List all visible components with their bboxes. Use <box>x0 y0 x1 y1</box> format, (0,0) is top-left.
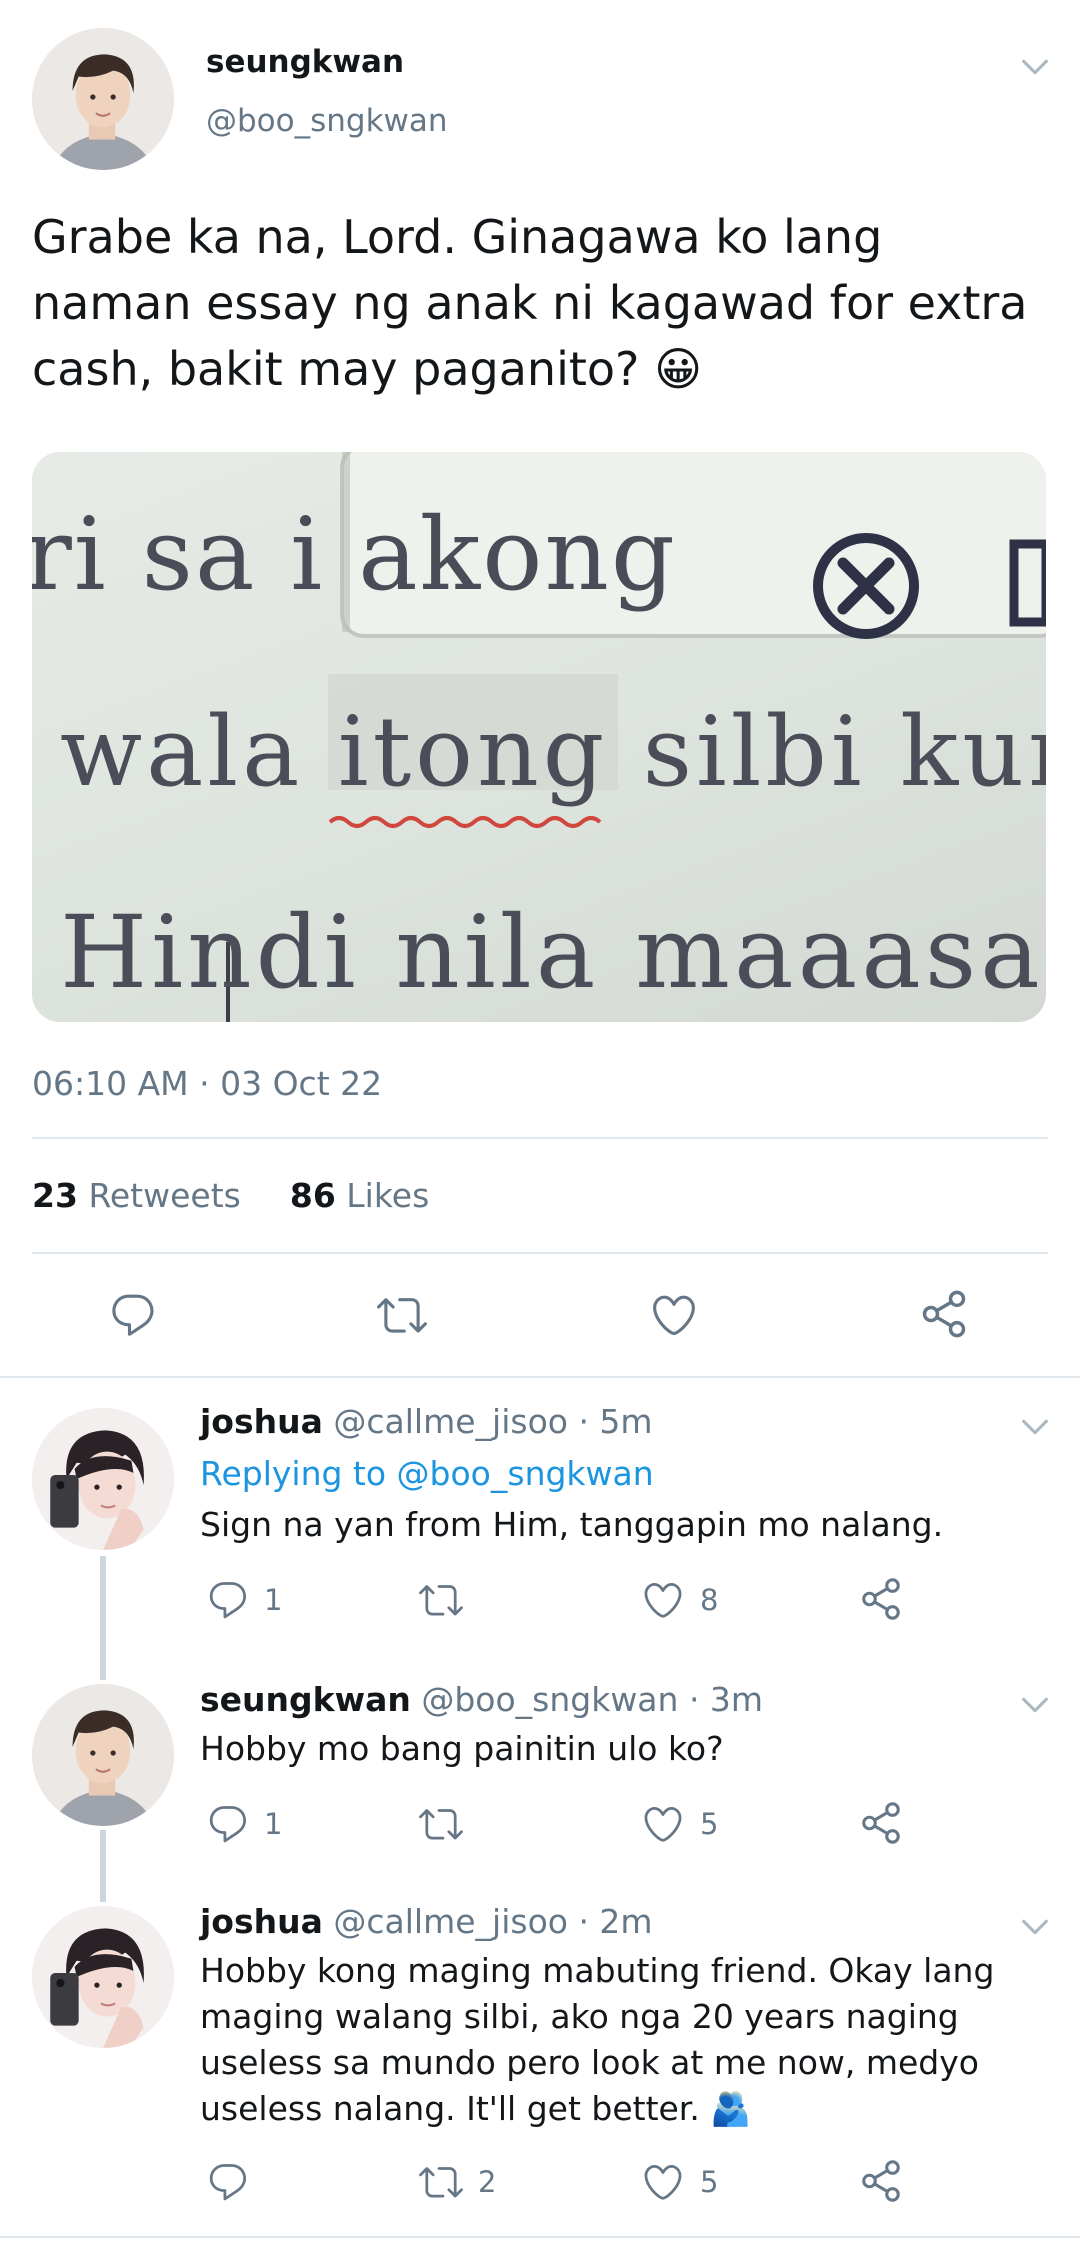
chevron-down-icon[interactable] <box>1018 1910 1052 1944</box>
reply-author-name[interactable]: seungkwan <box>200 1680 411 1719</box>
chevron-down-icon[interactable] <box>1018 50 1052 84</box>
replying-to-handle[interactable]: @boo_sngkwan <box>397 1454 654 1493</box>
heart-icon <box>640 2160 686 2204</box>
tweet-image[interactable]: ri sa i akong wala itong silbi kung Hind… <box>32 452 1046 1022</box>
retweet-icon <box>376 1290 428 1340</box>
reply-count: 1 <box>264 1807 283 1841</box>
reply-header: seungkwan @boo_sngkwan · 3m <box>200 1680 763 1719</box>
divider <box>32 1137 1048 1139</box>
retweets-count: 23 <box>32 1176 78 1215</box>
reply-header: joshua @callme_jisoo · 2m <box>200 1902 653 1941</box>
author-handle[interactable]: @boo_sngkwan <box>206 103 448 139</box>
share-icon <box>858 1576 904 1622</box>
reply-button[interactable] <box>108 1290 158 1340</box>
divider <box>32 1252 1048 1254</box>
avatar-image <box>32 1684 174 1826</box>
reply-count: 1 <box>264 1583 283 1617</box>
share-button[interactable] <box>858 1800 904 1846</box>
reply-icon <box>108 1290 158 1340</box>
author-avatar[interactable] <box>32 28 174 170</box>
likes-stat[interactable]: 86 Likes <box>290 1176 429 1215</box>
retweet-icon <box>418 1578 464 1622</box>
replying-to: Replying to @boo_sngkwan <box>200 1454 654 1493</box>
reply-text: Hobby mo bang painitin ulo ko? <box>200 1729 724 1768</box>
retweet-button[interactable]: 2 <box>418 2160 496 2204</box>
retweet-icon <box>418 1802 464 1846</box>
avatar-image <box>32 1906 174 2048</box>
like-button[interactable]: 5 <box>640 2160 718 2204</box>
tweet-stats: 23 Retweets 86 Likes <box>32 1176 429 1215</box>
reply-author-name[interactable]: joshua <box>200 1902 323 1941</box>
retweet-count: 2 <box>478 2165 497 2199</box>
reply-author-name[interactable]: joshua <box>200 1402 323 1441</box>
heart-icon <box>640 1578 686 1622</box>
reply-icon <box>206 2160 250 2204</box>
image-line-1: ri sa i akong <box>32 496 677 613</box>
reply-author-meta[interactable]: @callme_jisoo · 2m <box>333 1902 652 1941</box>
reply-button[interactable]: 1 <box>206 1802 282 1846</box>
share-icon <box>858 2158 904 2204</box>
reply-author-meta[interactable]: @boo_sngkwan · 3m <box>421 1680 763 1719</box>
reply-avatar[interactable] <box>32 1408 174 1550</box>
share-icon <box>918 1288 970 1340</box>
share-icon <box>858 1800 904 1846</box>
like-button[interactable]: 8 <box>640 1578 718 1622</box>
reply-button[interactable] <box>206 2160 264 2204</box>
reply-icon <box>206 1802 250 1846</box>
heart-icon <box>648 1290 700 1340</box>
thread-line <box>100 1556 106 1680</box>
reply-avatar[interactable] <box>32 1906 174 2048</box>
avatar-image <box>32 28 174 170</box>
like-count: 5 <box>700 2165 719 2199</box>
reply-author-meta[interactable]: @callme_jisoo · 5m <box>333 1402 652 1441</box>
share-button[interactable] <box>858 2158 904 2204</box>
retweets-stat[interactable]: 23 Retweets <box>32 1176 251 1215</box>
likes-label: Likes <box>346 1176 430 1215</box>
thread-line <box>100 1830 106 1902</box>
reply-text: Sign na yan from Him, tanggapin mo nalan… <box>200 1505 944 1544</box>
image-line-2: wala itong silbi kung <box>60 696 1046 808</box>
like-button[interactable]: 5 <box>640 1802 718 1846</box>
chevron-down-icon[interactable] <box>1018 1688 1052 1722</box>
reply-icon <box>206 1578 250 1622</box>
retweet-button[interactable] <box>418 1802 478 1846</box>
heart-icon <box>640 1802 686 1846</box>
like-button[interactable] <box>648 1290 700 1340</box>
reply-avatar[interactable] <box>32 1684 174 1826</box>
image-line-3: Hindi nila maaasaha <box>60 894 1046 1011</box>
divider <box>0 2236 1080 2238</box>
like-count: 8 <box>700 1583 719 1617</box>
retweets-label: Retweets <box>88 1176 241 1215</box>
likes-count: 86 <box>289 1176 336 1215</box>
reply-text: Hobby kong maging mabuting friend. Okay … <box>200 1951 995 2128</box>
tweet-timestamp[interactable]: 06:10 AM · 03 Oct 22 <box>32 1064 382 1103</box>
reply-header: joshua @callme_jisoo · 5m <box>200 1402 653 1441</box>
divider <box>0 1376 1080 1378</box>
retweet-button[interactable] <box>376 1290 428 1340</box>
like-count: 5 <box>700 1807 719 1841</box>
reply-button[interactable]: 1 <box>206 1578 282 1622</box>
replying-to-prefix: Replying to <box>200 1454 387 1493</box>
chevron-down-icon[interactable] <box>1018 1410 1052 1444</box>
retweet-icon <box>418 2160 464 2204</box>
tweet-text: Grabe ka na, Lord. Ginagawa ko lang nama… <box>32 210 1028 396</box>
retweet-button[interactable] <box>418 1578 478 1622</box>
author-display-name[interactable]: seungkwan <box>206 44 404 80</box>
avatar-image <box>32 1408 174 1550</box>
share-button[interactable] <box>858 1576 904 1622</box>
share-button[interactable] <box>918 1288 970 1340</box>
